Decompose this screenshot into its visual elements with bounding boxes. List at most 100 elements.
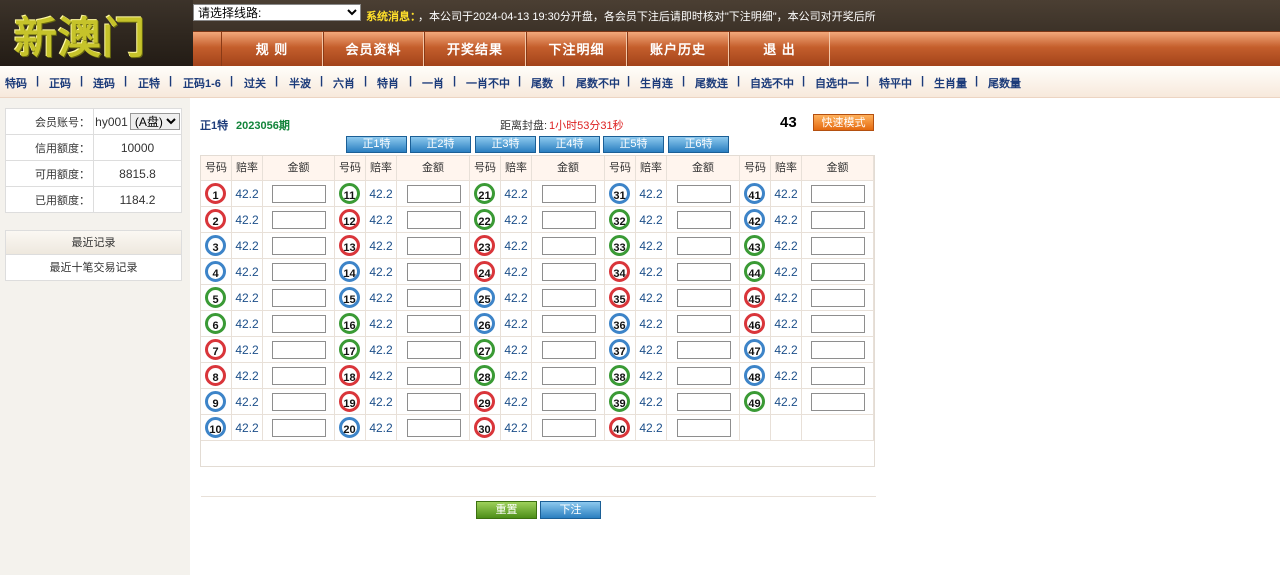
amount-input[interactable]: [407, 289, 461, 307]
amount-input[interactable]: [811, 185, 865, 203]
subnav-separator: |: [562, 75, 566, 87]
amount-input[interactable]: [811, 315, 865, 333]
number-ball: 39: [609, 391, 630, 412]
subnav-item[interactable]: 正码1-6: [183, 75, 221, 91]
amount-input[interactable]: [272, 367, 326, 385]
amount-input[interactable]: [272, 341, 326, 359]
amount-input[interactable]: [272, 419, 326, 437]
amount-input[interactable]: [407, 393, 461, 411]
amount-input[interactable]: [542, 263, 596, 281]
amount-input[interactable]: [677, 341, 731, 359]
nav-bet-details[interactable]: 下注明细: [526, 32, 627, 67]
recent-records-link[interactable]: 最近十笔交易记录: [5, 255, 182, 281]
amount-input[interactable]: [542, 419, 596, 437]
subnav-item[interactable]: 特码: [5, 75, 27, 91]
subnav-item[interactable]: 特肖: [377, 75, 399, 91]
subnav-item[interactable]: 六肖: [333, 75, 355, 91]
amount-input[interactable]: [272, 393, 326, 411]
subnav-item[interactable]: 自选中一: [815, 75, 859, 91]
amount-input[interactable]: [677, 237, 731, 255]
handicap-select[interactable]: (A盘): [129, 113, 180, 130]
subnav-item[interactable]: 尾数量: [988, 75, 1021, 91]
amount-input[interactable]: [407, 367, 461, 385]
odds-value: 42.2: [366, 285, 397, 311]
reset-button[interactable]: 重置: [476, 501, 537, 519]
amount-input[interactable]: [677, 367, 731, 385]
subnav-item[interactable]: 尾数: [531, 75, 553, 91]
number-ball: 17: [339, 339, 360, 360]
amount-input[interactable]: [542, 211, 596, 229]
submit-bet-button[interactable]: 下注: [540, 501, 601, 519]
nav-account-history[interactable]: 账户历史: [627, 32, 729, 67]
amount-input[interactable]: [677, 315, 731, 333]
line-select[interactable]: 请选择线路:: [193, 4, 361, 21]
amount-input[interactable]: [542, 237, 596, 255]
nav-member-info[interactable]: 会员资料: [323, 32, 424, 67]
subnav-item[interactable]: 过关: [244, 75, 266, 91]
amount-input[interactable]: [811, 341, 865, 359]
amount-input[interactable]: [272, 211, 326, 229]
amount-input[interactable]: [407, 341, 461, 359]
subnav-item[interactable]: 一肖不中: [466, 75, 510, 91]
number-ball: 22: [474, 209, 495, 230]
amount-input[interactable]: [272, 237, 326, 255]
tab-zheng3[interactable]: 正3特: [475, 136, 536, 153]
number-cell: 35: [605, 285, 636, 311]
subnav-item[interactable]: 生肖量: [934, 75, 967, 91]
amount-input[interactable]: [542, 341, 596, 359]
fast-mode-button[interactable]: 快速模式: [813, 114, 874, 131]
subnav-item[interactable]: 正码: [49, 75, 71, 91]
main-nav: 规 则 会员资料 开奖结果 下注明细 账户历史 退 出: [193, 31, 1280, 67]
amount-input[interactable]: [677, 263, 731, 281]
nav-draw-results[interactable]: 开奖结果: [424, 32, 526, 67]
nav-rules[interactable]: 规 则: [221, 32, 323, 67]
tab-zheng5[interactable]: 正5特: [603, 136, 664, 153]
amount-input[interactable]: [811, 263, 865, 281]
amount-input[interactable]: [272, 315, 326, 333]
tab-zheng4[interactable]: 正4特: [539, 136, 600, 153]
tab-zheng6[interactable]: 正6特: [668, 136, 729, 153]
tab-zheng2[interactable]: 正2特: [410, 136, 471, 153]
amount-input[interactable]: [677, 393, 731, 411]
subnav-item[interactable]: 正特: [138, 75, 160, 91]
amount-input[interactable]: [811, 367, 865, 385]
amount-input[interactable]: [407, 237, 461, 255]
amount-input[interactable]: [407, 315, 461, 333]
subnav-item[interactable]: 特平中: [879, 75, 912, 91]
odds-value: 42.2: [636, 311, 667, 337]
amount-input[interactable]: [677, 289, 731, 307]
amount-input[interactable]: [542, 393, 596, 411]
amount-input[interactable]: [272, 185, 326, 203]
amount-input[interactable]: [811, 289, 865, 307]
amount-input[interactable]: [677, 211, 731, 229]
amount-input[interactable]: [542, 185, 596, 203]
amount-input[interactable]: [272, 289, 326, 307]
subnav-item[interactable]: 生肖连: [640, 75, 673, 91]
amount-cell: [802, 259, 874, 285]
number-cell: 32: [605, 207, 636, 233]
subnav-item[interactable]: 尾数连: [695, 75, 728, 91]
amount-input[interactable]: [811, 393, 865, 411]
amount-input[interactable]: [677, 185, 731, 203]
amount-input[interactable]: [272, 263, 326, 281]
nav-logout[interactable]: 退 出: [729, 32, 830, 67]
amount-input[interactable]: [811, 237, 865, 255]
subnav-item[interactable]: 半波: [289, 75, 311, 91]
odds-cell: [771, 415, 802, 441]
amount-input[interactable]: [542, 289, 596, 307]
tab-zheng1[interactable]: 正1特: [346, 136, 407, 153]
subnav-item[interactable]: 自选不中: [750, 75, 794, 91]
amount-input[interactable]: [542, 367, 596, 385]
subnav-item[interactable]: 一肖: [422, 75, 444, 91]
amount-input[interactable]: [407, 263, 461, 281]
subnav-item[interactable]: 尾数不中: [576, 75, 620, 91]
amount-input[interactable]: [677, 419, 731, 437]
amount-input[interactable]: [407, 419, 461, 437]
number-cell: 21: [470, 181, 501, 207]
amount-input[interactable]: [811, 211, 865, 229]
subnav-item[interactable]: 连码: [93, 75, 115, 91]
amount-input[interactable]: [542, 315, 596, 333]
amount-input[interactable]: [407, 185, 461, 203]
number-ball: 9: [205, 391, 226, 412]
amount-input[interactable]: [407, 211, 461, 229]
